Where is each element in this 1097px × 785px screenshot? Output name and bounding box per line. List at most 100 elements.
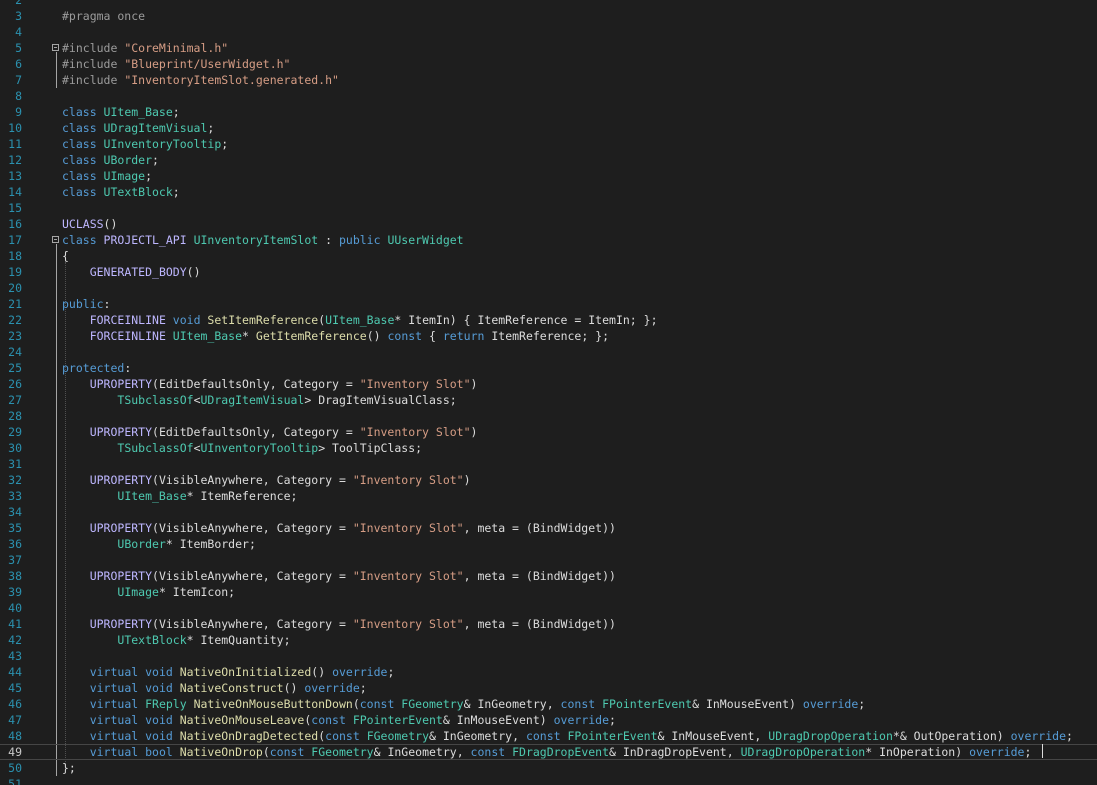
code-line[interactable]: 47 virtual void NativeOnMouseLeave(const…: [0, 712, 1097, 728]
code-line[interactable]: 9 class UItem_Base;: [0, 104, 1097, 120]
code-token: const: [359, 697, 402, 711]
collapse-icon[interactable]: [52, 44, 59, 51]
code-token: UBorder: [103, 153, 153, 167]
code-text: UPROPERTY(VisibleAnywhere, Category = "I…: [62, 472, 471, 488]
line-number: 2: [15, 0, 22, 7]
code-line[interactable]: 11 class UInventoryTooltip;: [0, 136, 1097, 152]
code-token: <: [193, 441, 201, 455]
code-line[interactable]: 45 virtual void NativeConstruct() overri…: [0, 680, 1097, 696]
code-line[interactable]: 26 UPROPERTY(EditDefaultsOnly, Category …: [0, 376, 1097, 392]
line-number: 11: [8, 137, 22, 151]
code-line[interactable]: 48 virtual void NativeOnDragDetected(con…: [0, 728, 1097, 744]
code-token: (EditDefaultsOnly, Category =: [152, 425, 360, 439]
code-line[interactable]: 35 UPROPERTY(VisibleAnywhere, Category =…: [0, 520, 1097, 536]
code-line[interactable]: 27 TSubclassOf<UDragItemVisual> DragItem…: [0, 392, 1097, 408]
code-token: const: [269, 745, 312, 759]
code-token: };: [62, 761, 76, 775]
line-number: 23: [8, 329, 22, 343]
code-line[interactable]: 39 UImage* ItemIcon;: [0, 584, 1097, 600]
code-line[interactable]: 12 class UBorder;: [0, 152, 1097, 168]
line-number: 30: [8, 441, 22, 455]
code-token: ): [470, 425, 478, 439]
code-token: UPROPERTY: [89, 473, 153, 487]
code-line[interactable]: 41 UPROPERTY(VisibleAnywhere, Category =…: [0, 616, 1097, 632]
code-line[interactable]: 31: [0, 456, 1097, 472]
code-line[interactable]: 3 #pragma once: [0, 8, 1097, 24]
code-line[interactable]: 7 #include "InventoryItemSlot.generated.h…: [0, 72, 1097, 88]
code-line[interactable]: 28: [0, 408, 1097, 424]
line-number: 20: [8, 281, 22, 295]
code-token: virtual bool: [89, 745, 180, 759]
code-line[interactable]: 38 UPROPERTY(VisibleAnywhere, Category =…: [0, 568, 1097, 584]
code-line[interactable]: 2: [0, 0, 1097, 8]
code-token: UDragDropOperation: [740, 745, 866, 759]
line-number: 22: [8, 313, 22, 327]
code-line[interactable]: 34: [0, 504, 1097, 520]
code-token: (: [352, 697, 360, 711]
code-line[interactable]: 30 TSubclassOf<UInventoryTooltip> ToolTi…: [0, 440, 1097, 456]
code-token: override: [802, 697, 859, 711]
code-line[interactable]: 46 virtual FReply NativeOnMouseButtonDow…: [0, 696, 1097, 712]
code-line[interactable]: 10 class UDragItemVisual;: [0, 120, 1097, 136]
code-line[interactable]: 19 GENERATED_BODY(): [0, 264, 1097, 280]
code-line[interactable]: 50};: [0, 760, 1097, 776]
code-line[interactable]: 21 public:: [0, 296, 1097, 312]
collapse-icon[interactable]: [52, 236, 59, 243]
code-line[interactable]: 23 FORCEINLINE UItem_Base* GetItemRefere…: [0, 328, 1097, 344]
code-line[interactable]: 24: [0, 344, 1097, 360]
line-number: 39: [8, 585, 22, 599]
line-number: 9: [15, 105, 22, 119]
code-line[interactable]: 44 virtual void NativeOnInitialized() ov…: [0, 664, 1097, 680]
code-line[interactable]: 40: [0, 600, 1097, 616]
code-line[interactable]: 49 virtual bool NativeOnDrop(const FGeom…: [0, 744, 1097, 760]
code-line[interactable]: 17 class PROJECTL_API UInventoryItemSlot …: [0, 232, 1097, 248]
code-text: UPROPERTY(EditDefaultsOnly, Category = "…: [62, 376, 478, 392]
code-line[interactable]: 4: [0, 24, 1097, 40]
code-line[interactable]: 36 UBorder* ItemBorder;: [0, 536, 1097, 552]
code-line[interactable]: 13 class UImage;: [0, 168, 1097, 184]
code-line[interactable]: 25 protected:: [0, 360, 1097, 376]
code-token: & InDragDropEvent,: [609, 745, 741, 759]
line-number: 18: [8, 249, 22, 263]
code-line[interactable]: 42 UTextBlock* ItemQuantity;: [0, 632, 1097, 648]
line-number: 32: [8, 473, 22, 487]
code-line[interactable]: 37: [0, 552, 1097, 568]
code-token: (): [103, 217, 118, 231]
code-line[interactable]: 29 UPROPERTY(EditDefaultsOnly, Category …: [0, 424, 1097, 440]
code-line[interactable]: 32 UPROPERTY(VisibleAnywhere, Category =…: [0, 472, 1097, 488]
code-line[interactable]: 20: [0, 280, 1097, 296]
code-line[interactable]: 51: [0, 776, 1097, 785]
code-line[interactable]: 22 FORCEINLINE void SetItemReference(UIt…: [0, 312, 1097, 328]
code-token: FDragDropEvent: [512, 745, 610, 759]
code-line[interactable]: 43: [0, 648, 1097, 664]
code-line[interactable]: 14 class UTextBlock;: [0, 184, 1097, 200]
code-line[interactable]: 6 #include "Blueprint/UserWidget.h": [0, 56, 1097, 72]
code-line[interactable]: 18 {: [0, 248, 1097, 264]
code-line[interactable]: 8: [0, 88, 1097, 104]
code-token: return: [442, 329, 485, 343]
line-number: 12: [8, 153, 22, 167]
line-number: 48: [8, 729, 22, 743]
code-token: (): [366, 329, 388, 343]
text-caret: [1042, 744, 1043, 758]
code-editor[interactable]: 2 3 #pragma once 4 5 #include "CoreMinimal.h"…: [0, 0, 1097, 785]
code-token: NativeOnDragDetected: [179, 729, 319, 743]
code-line[interactable]: 5 #include "CoreMinimal.h": [0, 40, 1097, 56]
line-number: 31: [8, 457, 22, 471]
code-text: GENERATED_BODY(): [62, 264, 201, 280]
code-token: GENERATED_BODY: [89, 265, 187, 279]
code-token: UItem_Base: [325, 313, 395, 327]
code-line[interactable]: 15: [0, 200, 1097, 216]
code-line[interactable]: 33 UItem_Base* ItemReference;: [0, 488, 1097, 504]
code-token: #include: [62, 73, 125, 87]
code-token: UCLASS: [62, 217, 104, 231]
code-token: PROJECTL_API: [103, 233, 194, 247]
code-line[interactable]: 16 UCLASS(): [0, 216, 1097, 232]
code-token: FGeometry: [366, 729, 429, 743]
